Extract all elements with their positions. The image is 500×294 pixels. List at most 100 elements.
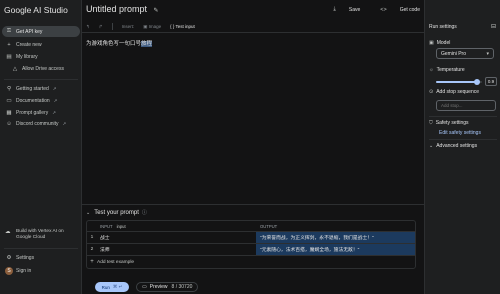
undo-icon[interactable]: ↰: [86, 24, 90, 30]
temperature-label: ☼ Temperature: [429, 67, 465, 73]
key-icon: ⚿: [6, 28, 12, 34]
stop-sequence-label: ⊙ Add stop sequence: [429, 89, 480, 95]
sidebar-item-allow-drive-access[interactable]: △ Allow Drive access: [8, 63, 78, 74]
sidebar-item-label: Get API key: [16, 28, 43, 35]
external-link-icon: ↗: [62, 120, 67, 126]
sidebar-item-my-library[interactable]: ▤ My library: [2, 51, 80, 62]
add-test-example-button[interactable]: + Add test example: [87, 256, 415, 268]
output-cell: "为荣誉而战，为正义挥剑，永不退缩，我们是战士！": [256, 232, 415, 243]
preview-button[interactable]: ▭ Preview 8 / 30720: [136, 282, 199, 292]
bottom-bar: Run ⌘ ↵ ▭ Preview 8 / 30720: [82, 279, 424, 294]
sidebar-item-create-new[interactable]: + Create new: [2, 39, 80, 50]
redo-icon[interactable]: ↱: [99, 24, 103, 30]
toolbar-divider-line: [82, 32, 424, 33]
sidebar-divider: [4, 248, 78, 249]
model-select[interactable]: Gemini Pro ▾: [436, 48, 494, 59]
shield-icon: ⛉: [429, 120, 433, 126]
doc-icon: ▭: [6, 97, 12, 104]
external-link-icon: ↗: [52, 85, 57, 91]
run-settings-title: Run settings: [429, 24, 457, 30]
external-link-icon: ↗: [52, 109, 57, 115]
rocket-icon: ⚲: [6, 85, 12, 92]
discord-icon: ☺: [6, 120, 12, 127]
table-row[interactable]: 1 战士 "为荣誉而战，为正义挥剑，永不退缩，我们是战士！": [87, 232, 415, 244]
close-panel-icon[interactable]: ⊟: [491, 23, 496, 30]
panel-divider: [429, 116, 497, 117]
test-section-divider: [82, 204, 424, 205]
sidebar-item-vertex-ai[interactable]: ☁ Build with Vertex AI on Google Cloud: [2, 229, 80, 241]
save-icon: ⤓: [333, 6, 336, 12]
slider-handle[interactable]: [474, 79, 481, 85]
model-icon: ▣: [429, 40, 434, 46]
sidebar-item-documentation[interactable]: ▭ Documentation ↗: [2, 95, 80, 106]
save-button[interactable]: ⤓ Save: [323, 6, 360, 13]
editor-toolbar: ↰ ↱ Insert: ▣ Image { } Test input: [86, 23, 204, 30]
sidebar-divider: [4, 79, 78, 80]
table-header-row: INPUT input OUTPUT: [87, 221, 415, 232]
sidebar-item-label: Getting started: [16, 85, 49, 92]
model-label: ▣ Model: [429, 40, 451, 46]
sidebar-item-label: Create new: [16, 41, 42, 48]
gear-icon: ⚙: [6, 254, 12, 261]
input-cell[interactable]: 法师: [97, 246, 256, 253]
sidebar-item-label: Prompt gallery: [16, 109, 49, 116]
get-code-button[interactable]: <> Get code: [370, 6, 420, 13]
temperature-value[interactable]: 0.9: [485, 77, 497, 86]
insert-image-button[interactable]: ▣ Image: [143, 24, 161, 30]
panel-divider: [429, 139, 497, 140]
cloud-icon: ☁: [5, 229, 11, 235]
sidebar-item-getting-started[interactable]: ⚲ Getting started ↗: [2, 83, 80, 94]
run-settings-panel: Run settings ⊟ ▣ Model Gemini Pro ▾ ☼ Te…: [424, 0, 500, 294]
cloud-label: Build with Vertex AI on Google Cloud: [16, 229, 64, 240]
test-input-button[interactable]: { } Test input: [170, 24, 195, 29]
sidebar-item-label: Documentation: [16, 97, 50, 104]
sidebar-item-settings[interactable]: ⚙ Settings: [2, 252, 80, 263]
sidebar-item-label: Settings: [16, 254, 35, 261]
advanced-settings-toggle[interactable]: ⌄ Advanced settings: [429, 143, 477, 149]
app-title: Google AI Studio: [4, 5, 68, 15]
prompt-text: 为游戏角色写一句口号: [86, 41, 142, 47]
token-count: 8 / 30720: [171, 284, 193, 290]
table-row[interactable]: 2 法师 "元素随心，法术百搭，魔娴全场，施法无敌！": [87, 244, 415, 256]
sidebar-item-label: Allow Drive access: [22, 65, 64, 72]
stop-sequence-input[interactable]: [436, 100, 496, 111]
chevron-down-icon: ▾: [486, 50, 489, 57]
add-test-example-label: Add test example: [97, 259, 135, 265]
prompt-title[interactable]: Untitled prompt ✎: [86, 4, 159, 14]
drive-icon: △: [12, 65, 18, 72]
edit-safety-settings-link[interactable]: Edit safety settings: [439, 130, 481, 136]
input-cell[interactable]: 战士: [97, 234, 256, 241]
sidebar-item-sign-in[interactable]: S Sign in: [2, 265, 80, 276]
sidebar-item-prompt-gallery[interactable]: ▦ Prompt gallery ↗: [2, 107, 80, 118]
output-cell: "元素随心，法术百搭，魔娴全场，施法无敌！": [256, 244, 415, 255]
slider-fill: [436, 81, 478, 83]
library-icon: ▤: [6, 53, 12, 60]
header-actions: ⤓ Save <> Get code: [313, 6, 420, 13]
input-column-header: INPUT input: [100, 223, 126, 229]
prompt-highlight: 旅程: [141, 41, 153, 47]
code-icon: <>: [380, 6, 387, 13]
chevron-down-icon: ⌄: [429, 143, 434, 149]
safety-settings-label: ⛉ Safety settings: [429, 120, 469, 126]
sidebar-item-label: My library: [16, 53, 38, 60]
prompt-title-text: Untitled prompt: [86, 4, 148, 14]
temperature-slider[interactable]: [436, 79, 482, 85]
sidebar-item-discord-community[interactable]: ☺ Discord community ↗: [2, 118, 80, 129]
info-icon[interactable]: ⓘ: [142, 209, 147, 216]
prompt-editor[interactable]: 为游戏角色写一句口号旅程: [86, 39, 153, 47]
sidebar-item-get-api-key[interactable]: ⚿ Get API key: [2, 26, 80, 37]
sidebar: Google AI Studio ⚿ Get API key + Create …: [0, 0, 82, 294]
sidebar-item-label: Sign in: [16, 267, 32, 274]
edit-pencil-icon[interactable]: ✎: [154, 8, 159, 14]
stop-icon: ⊙: [429, 89, 434, 95]
main-panel: Untitled prompt ✎ ⤓ Save <> Get code ↰ ↱…: [82, 0, 424, 294]
run-shortcut: ⌘ ↵: [112, 284, 123, 289]
external-link-icon: ↗: [53, 97, 58, 103]
run-button[interactable]: Run ⌘ ↵: [95, 282, 129, 292]
sidebar-item-label: Discord community: [16, 120, 59, 127]
chevron-down-icon: ⌄: [86, 209, 91, 216]
row-number: 2: [90, 247, 94, 252]
test-section-header[interactable]: ⌄ Test your prompt ⓘ: [86, 209, 147, 217]
toolbar-divider: [111, 23, 113, 30]
insert-label: Insert:: [121, 24, 135, 29]
